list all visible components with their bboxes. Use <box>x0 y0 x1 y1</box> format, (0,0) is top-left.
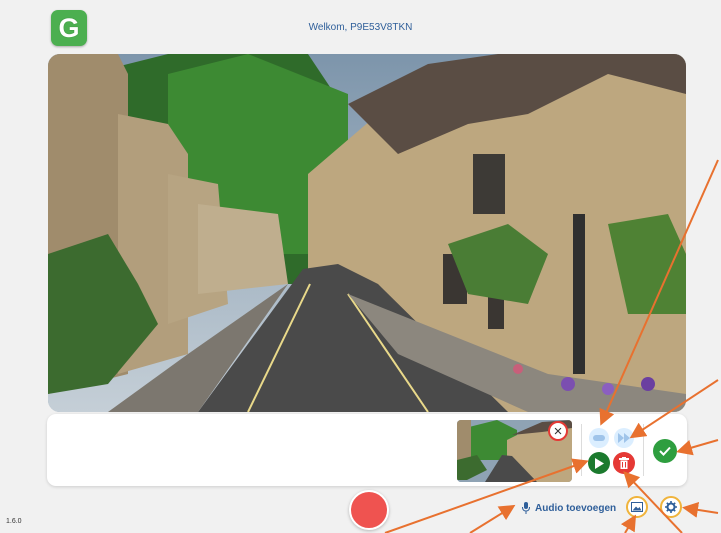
play-icon <box>595 457 604 469</box>
add-audio-label: Audio toevoegen <box>535 502 617 514</box>
annotation-arrow <box>469 504 516 533</box>
add-audio-button[interactable]: Audio toevoegen <box>522 500 616 516</box>
gear-icon <box>665 501 677 513</box>
annotation-arrow <box>620 514 637 533</box>
image-icon <box>631 502 643 512</box>
welcome-text: Welkom, P9E53V8TKN <box>308 22 413 33</box>
check-icon <box>659 446 671 456</box>
play-button[interactable] <box>588 452 610 474</box>
main-image <box>48 54 686 412</box>
settings-button[interactable] <box>660 496 682 518</box>
annotation-arrow <box>682 501 719 518</box>
divider <box>643 424 644 476</box>
caption-panel <box>47 414 687 486</box>
fast-forward-icon <box>618 433 630 443</box>
confirm-button[interactable] <box>653 439 677 463</box>
close-icon: × <box>553 422 563 440</box>
fast-forward-button[interactable] <box>614 428 634 448</box>
version-label: 1.6.0 <box>6 518 22 525</box>
delete-button[interactable] <box>613 452 635 474</box>
remove-image-button[interactable]: × <box>548 421 568 441</box>
stop-button[interactable] <box>589 428 609 448</box>
microphone-icon <box>522 502 530 514</box>
change-image-button[interactable] <box>626 496 648 518</box>
divider <box>581 424 582 476</box>
trash-icon <box>619 457 629 469</box>
stop-icon <box>593 435 605 441</box>
record-button[interactable] <box>349 490 389 530</box>
